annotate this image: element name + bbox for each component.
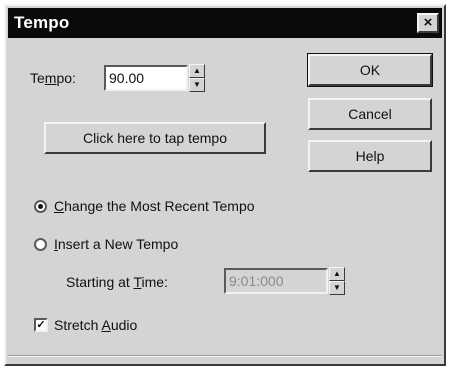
starting-time-label-pre: Starting at [66,274,134,290]
radio-insert-new[interactable] [34,238,47,251]
title-bar[interactable]: Tempo × [8,8,442,38]
spin-up-icon[interactable]: ▲ [189,64,205,78]
tempo-spinner[interactable]: ▲ ▼ [189,64,205,92]
spin-up-icon[interactable]: ▲ [329,267,345,281]
starting-time-input[interactable]: 9:01:000 [224,268,328,294]
tempo-input[interactable]: 90.00 [104,65,188,91]
starting-time-label: Starting at Time: [66,274,168,290]
stretch-audio-label-mnemonic: A [101,317,111,333]
stretch-audio-label-post: udio [110,317,138,333]
cancel-button[interactable]: Cancel [308,98,432,130]
spin-down-icon[interactable]: ▼ [189,78,205,92]
stretch-audio-label[interactable]: Stretch Audio [54,317,137,333]
insert-new-rest: nsert a New Tempo [57,236,179,252]
change-recent-rest: hange the Most Recent Tempo [64,198,255,214]
close-icon[interactable]: × [417,13,439,33]
tempo-label: Tempo: [30,70,76,86]
tempo-dialog: Tempo × Tempo: 90.00 ▲ ▼ Click here to t… [4,4,446,366]
window-title: Tempo [14,13,70,32]
starting-time-spinner[interactable]: ▲ ▼ [329,267,345,295]
stretch-audio-checkbox[interactable]: ✓ [34,318,48,332]
stretch-audio-label-pre: Stretch [54,317,102,333]
starting-time-label-mnemonic: T [133,274,142,290]
insert-new-label[interactable]: Insert a New Tempo [54,236,178,252]
change-recent-label[interactable]: Change the Most Recent Tempo [54,198,255,214]
bottom-divider [8,355,442,357]
change-recent-mnemonic: C [54,198,65,214]
starting-time-label-post: ime: [141,274,168,290]
tap-tempo-button[interactable]: Click here to tap tempo [44,122,266,154]
tempo-label-pre: Te [30,70,45,86]
radio-selected-dot [38,204,43,209]
spin-down-icon[interactable]: ▼ [329,281,345,295]
radio-change-recent[interactable] [34,200,47,213]
tempo-label-post: po: [56,70,76,86]
tempo-label-mnemonic: m [44,70,57,86]
ok-button[interactable]: OK [307,53,433,87]
help-button[interactable]: Help [308,140,432,172]
